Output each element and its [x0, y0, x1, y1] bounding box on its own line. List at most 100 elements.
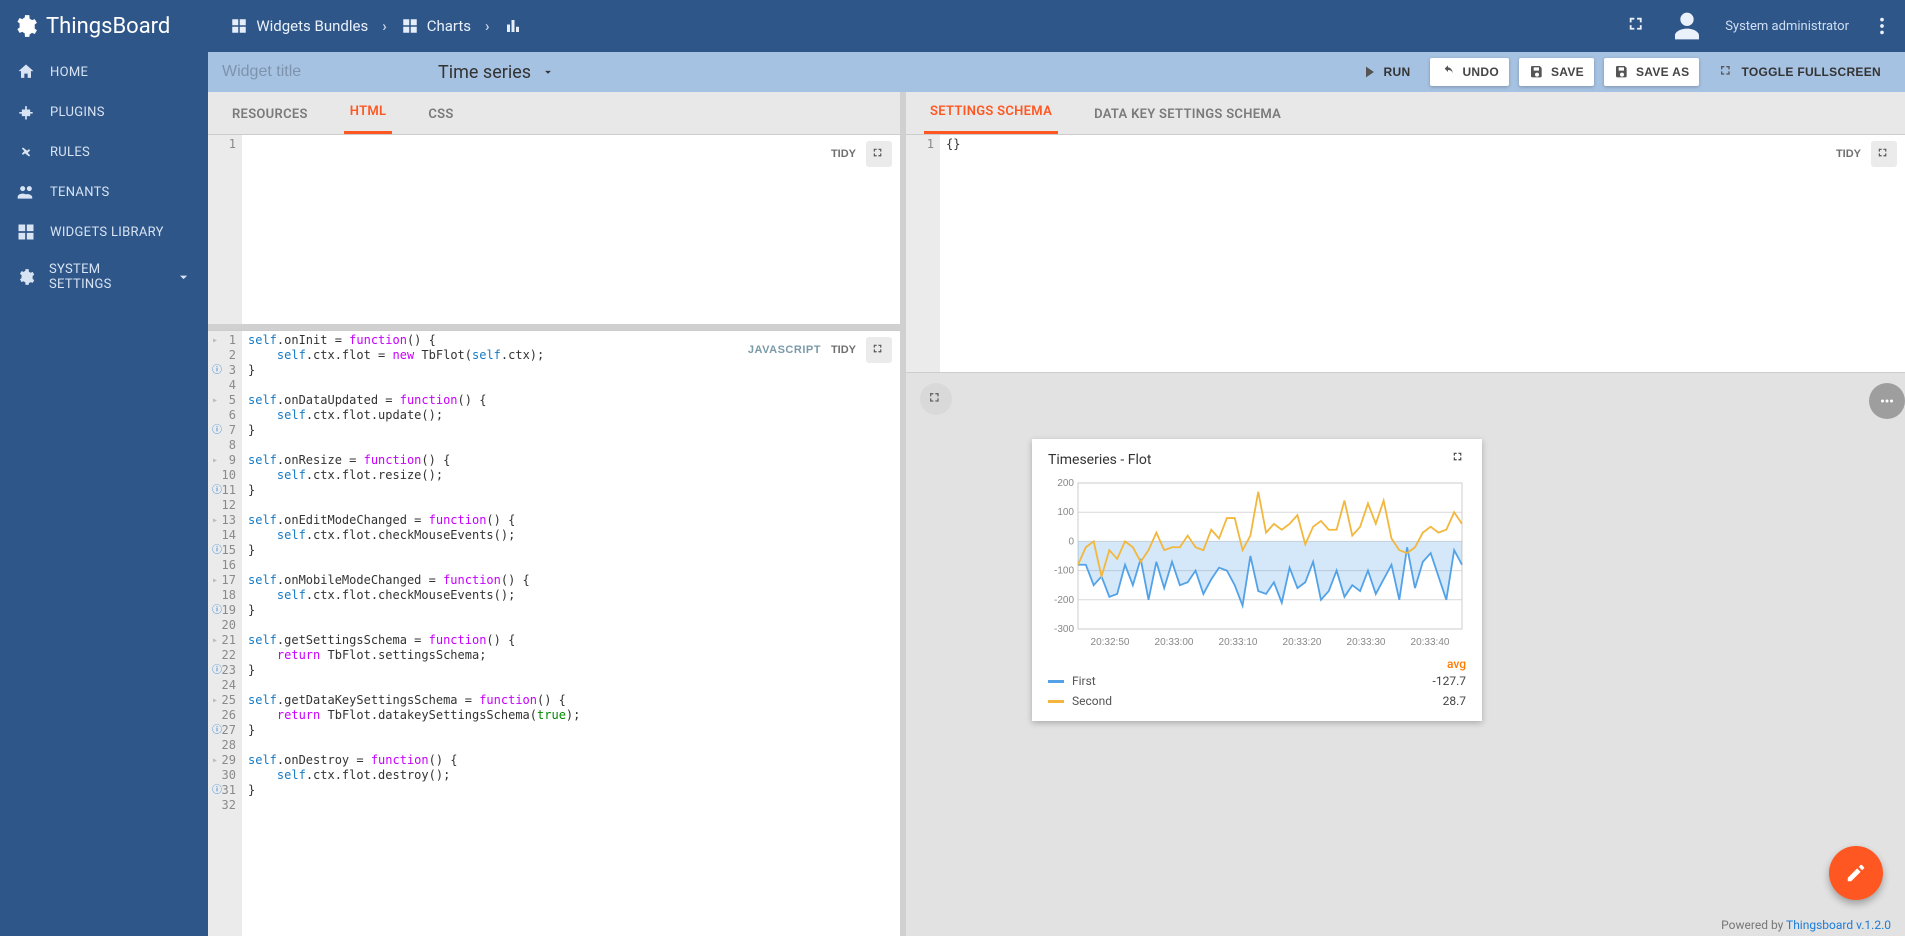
brand-icon [12, 13, 38, 39]
widget-fullscreen-button[interactable] [1452, 451, 1466, 469]
breadcrumb-sep: › [485, 17, 490, 35]
legend-swatch [1048, 700, 1064, 703]
sidebar-item-tenants[interactable]: TENANTS [0, 172, 208, 212]
tab-settings-schema[interactable]: SETTINGS SCHEMA [924, 92, 1058, 134]
html-editor[interactable]: 1 TIDY [208, 134, 900, 324]
edit-fab[interactable] [1829, 846, 1883, 900]
tab-resources[interactable]: RESOURCES [226, 95, 314, 134]
svg-text:-300: -300 [1054, 624, 1074, 635]
tidy-button[interactable]: TIDY [831, 149, 856, 160]
save-icon [1529, 64, 1545, 80]
legend-header: avg [1048, 657, 1466, 671]
tenants-icon [16, 182, 36, 202]
fullscreen-icon[interactable] [1627, 15, 1649, 37]
svg-text:100: 100 [1057, 507, 1074, 518]
fullscreen-icon [928, 391, 944, 407]
grid-icon [16, 222, 36, 242]
left-tabs: RESOURCES HTML CSS [208, 92, 900, 134]
rules-icon [16, 142, 36, 162]
schema-editor[interactable]: 1 {} TIDY [906, 134, 1905, 372]
right-tabs: SETTINGS SCHEMA DATA KEY SETTINGS SCHEMA [906, 92, 1905, 134]
sidebar: HOME PLUGINS RULES TENANTS WIDGETS LIBRA… [0, 52, 208, 936]
brand-label: ThingsBoard [46, 14, 170, 39]
fullscreen-icon [1877, 147, 1891, 161]
legend-value: 28.7 [1443, 694, 1466, 708]
svg-text:0: 0 [1068, 536, 1074, 547]
undo-icon [1440, 64, 1456, 80]
run-button[interactable]: RUN [1352, 58, 1421, 86]
editor-fullscreen-button[interactable] [866, 141, 892, 167]
grid-icon [230, 17, 248, 35]
legend-row: First -127.7 [1048, 671, 1466, 691]
svg-text:20:33:30: 20:33:30 [1347, 637, 1386, 648]
legend: avg First -127.7 Second 28.7 [1048, 657, 1466, 711]
left-top-pane: RESOURCES HTML CSS 1 TIDY [208, 92, 900, 330]
save-icon [1614, 64, 1630, 80]
save-as-button[interactable]: SAVE AS [1604, 58, 1699, 86]
left-column: RESOURCES HTML CSS 1 TIDY ▸12ⓘ34▸56ⓘ78▸9… [208, 92, 906, 936]
html-editor-gutter: 1 [208, 135, 242, 324]
editor-fullscreen-button[interactable] [1871, 141, 1897, 167]
footer: Powered by Thingsboard v.1.2.0 [1721, 918, 1891, 932]
footer-link[interactable]: Thingsboard v.1.2.0 [1786, 918, 1891, 932]
sidebar-item-home[interactable]: HOME [0, 52, 208, 92]
breadcrumb-chart-icon[interactable] [504, 17, 522, 35]
js-editor[interactable]: ▸12ⓘ34▸56ⓘ78▸910ⓘ1112▸1314ⓘ1516▸1718ⓘ192… [208, 330, 900, 936]
bar-chart-icon [504, 17, 522, 35]
legend-swatch [1048, 680, 1064, 683]
tidy-button[interactable]: TIDY [1836, 149, 1861, 160]
plugin-icon [16, 102, 36, 122]
breadcrumb: Widgets Bundles › Charts › [230, 17, 521, 35]
undo-button[interactable]: UNDO [1430, 58, 1509, 86]
breadcrumb-sep: › [382, 17, 387, 35]
widget-preview-card: Timeseries - Flot 2001000-100-200-30020:… [1032, 439, 1482, 721]
user-label: System administrator [1725, 19, 1849, 34]
schema-editor-code[interactable]: {} [940, 135, 1905, 372]
fullscreen-icon [1452, 451, 1466, 465]
preview-fullscreen-button[interactable] [920, 383, 952, 415]
breadcrumb-bundles[interactable]: Widgets Bundles [230, 17, 368, 35]
right-column: SETTINGS SCHEMA DATA KEY SETTINGS SCHEMA… [906, 92, 1905, 936]
schema-editor-gutter: 1 [906, 135, 940, 372]
sidebar-item-rules[interactable]: RULES [0, 132, 208, 172]
svg-text:20:33:40: 20:33:40 [1411, 637, 1450, 648]
caret-down-icon [541, 65, 555, 79]
account-icon[interactable] [1671, 10, 1703, 42]
save-button[interactable]: SAVE [1519, 58, 1594, 86]
preview-area: Timeseries - Flot 2001000-100-200-30020:… [906, 372, 1905, 936]
content: Time series RUN UNDO SAVE SAVE AS TOGGLE… [208, 52, 1905, 936]
svg-text:-100: -100 [1054, 566, 1074, 577]
tab-datakey-schema[interactable]: DATA KEY SETTINGS SCHEMA [1088, 95, 1287, 134]
js-language-tag: JAVASCRIPT [748, 345, 821, 356]
workspace: RESOURCES HTML CSS 1 TIDY ▸12ⓘ34▸56ⓘ78▸9… [208, 92, 1905, 936]
fullscreen-icon [872, 343, 886, 357]
sidebar-item-system-settings[interactable]: SYSTEM SETTINGS [0, 252, 208, 302]
svg-text:20:32:50: 20:32:50 [1091, 637, 1130, 648]
legend-label: First [1072, 674, 1096, 688]
fullscreen-icon [872, 147, 886, 161]
gear-icon [16, 267, 35, 287]
js-editor-code[interactable]: self.onInit = function() { self.ctx.flot… [242, 331, 900, 936]
preview-more-button[interactable] [1869, 383, 1905, 419]
tab-css[interactable]: CSS [422, 95, 459, 134]
sidebar-item-widgets-library[interactable]: WIDGETS LIBRARY [0, 212, 208, 252]
editor-fullscreen-button[interactable] [866, 337, 892, 363]
tidy-button[interactable]: TIDY [831, 345, 856, 356]
toggle-fullscreen-button[interactable]: TOGGLE FULLSCREEN [1709, 58, 1891, 86]
widget-type-picker[interactable]: Time series [438, 62, 555, 83]
breadcrumb-charts[interactable]: Charts [401, 17, 471, 35]
brand[interactable]: ThingsBoard [12, 13, 170, 39]
sidebar-item-plugins[interactable]: PLUGINS [0, 92, 208, 132]
chevron-down-icon [175, 267, 192, 287]
legend-row: Second 28.7 [1048, 691, 1466, 711]
more-horiz-icon [1878, 392, 1896, 410]
home-icon [16, 62, 36, 82]
svg-text:-200: -200 [1054, 595, 1074, 606]
widget-title-input[interactable] [222, 63, 422, 81]
tab-html[interactable]: HTML [344, 92, 393, 134]
more-icon[interactable] [1871, 15, 1893, 37]
html-editor-code[interactable] [242, 135, 900, 324]
widget-toolbar: Time series RUN UNDO SAVE SAVE AS TOGGLE… [208, 52, 1905, 92]
play-icon [1362, 64, 1378, 80]
pencil-icon [1845, 862, 1867, 884]
